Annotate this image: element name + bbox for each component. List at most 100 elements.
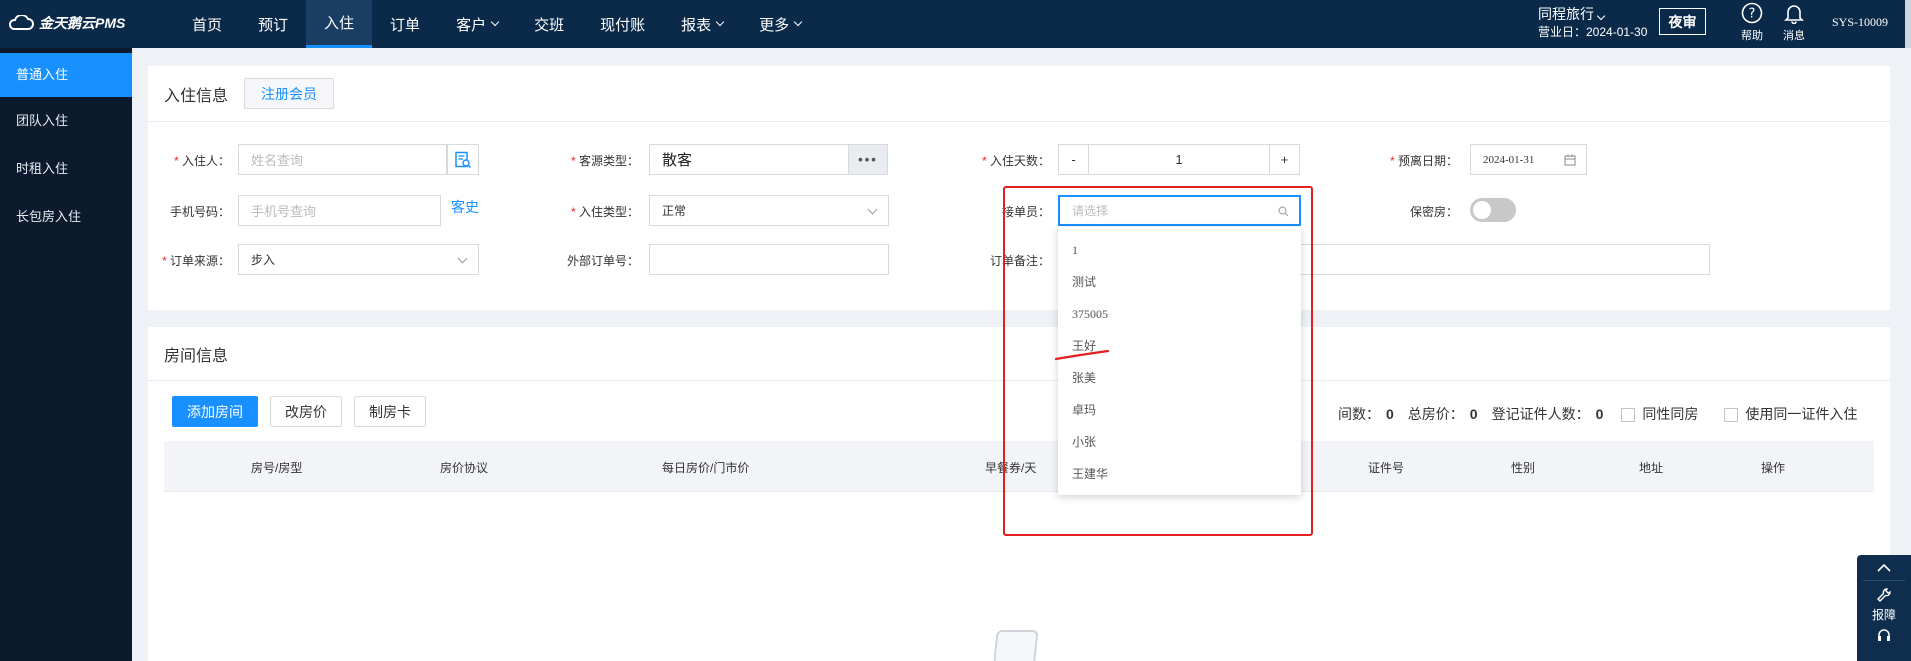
plus-icon: + (1280, 152, 1289, 167)
column-header: 房号/房型 (251, 461, 303, 475)
nights-increment-button[interactable]: + (1269, 144, 1300, 175)
guest-name-input[interactable]: 姓名查询 (238, 144, 447, 175)
nav-home[interactable]: 首页 (174, 0, 240, 48)
calendar-icon (1564, 154, 1576, 166)
dropdown-option[interactable]: 王好 (1058, 330, 1301, 362)
cloud-logo-icon (8, 15, 34, 30)
nav-label: 首页 (192, 16, 223, 34)
sidebar-item-longstay-checkin[interactable]: 长包房入住 (0, 193, 132, 241)
nav-reports[interactable]: 报表 (663, 0, 741, 48)
nav-label: 入住 (324, 15, 355, 32)
confidential-toggle[interactable] (1470, 198, 1516, 222)
external-order-label: 外部订单号： (566, 254, 639, 268)
order-source-select[interactable]: 步入 (238, 244, 479, 275)
total-price: 0 (1469, 406, 1478, 422)
nav-checkin[interactable]: 入住 (306, 0, 373, 48)
add-room-button[interactable]: 添加房间 (172, 396, 258, 427)
checkin-type-select[interactable]: 正常 (649, 195, 889, 226)
phone-input[interactable]: 手机号查询 (238, 195, 441, 226)
card-header: 房间信息 (148, 327, 1890, 381)
id-card-scan-icon (455, 151, 472, 168)
dropdown-option[interactable]: 375005 (1058, 298, 1301, 330)
nights-decrement-button[interactable]: - (1058, 144, 1089, 175)
column-header: 每日房价/门市价 (662, 461, 750, 475)
departure-value: 2024-01-31 (1483, 153, 1535, 166)
change-price-button[interactable]: 改房价 (270, 396, 342, 427)
night-audit-button[interactable]: 夜审 (1659, 8, 1706, 35)
chevron-down-icon (457, 253, 468, 264)
svg-text:?: ? (1749, 7, 1756, 22)
phone-label: 手机号码： (169, 205, 230, 219)
nav-label: 客户 (456, 16, 487, 34)
order-remark-label: 订单备注： (989, 254, 1050, 268)
nav-shift[interactable]: 交班 (516, 0, 582, 48)
sidebar-item-normal-checkin[interactable]: 普通入住 (0, 53, 132, 97)
make-room-card-button[interactable]: 制房卡 (354, 396, 426, 427)
nav-reservation[interactable]: 预订 (240, 0, 306, 48)
user-menu[interactable]: SYS-10009 (1832, 15, 1888, 30)
hotel-selector[interactable]: 同程旅行 (1538, 4, 1606, 24)
id-scan-button[interactable] (447, 144, 479, 175)
total-price-label: 总房价： (1407, 406, 1464, 422)
departure-label: 预离日期： (1368, 152, 1458, 169)
dropdown-option[interactable]: 测试 (1058, 266, 1301, 298)
messages-button[interactable]: 消息 (1777, 2, 1811, 43)
nav-orders[interactable]: 订单 (372, 0, 438, 48)
nav-label: 更多 (759, 16, 790, 34)
same-sex-label: 同性同房 (1642, 406, 1699, 422)
chevron-down-icon (1596, 11, 1606, 21)
nav-label: 交班 (534, 16, 565, 34)
dropdown-option[interactable]: 张美 (1058, 362, 1301, 394)
departure-date-picker[interactable]: 2024-01-31 (1470, 144, 1587, 175)
id-count: 0 (1595, 406, 1604, 422)
source-type-label: 客源类型： (549, 152, 639, 169)
dropdown-option[interactable]: 卓玛 (1058, 394, 1301, 426)
report-issue-button[interactable]: 报障 (1857, 581, 1911, 623)
help-button[interactable]: ? 帮助 (1735, 2, 1769, 43)
confidential-label: 保密房： (1409, 205, 1458, 219)
column-header: 房价协议 (440, 461, 489, 475)
receptionist-select[interactable]: 请选择 (1058, 195, 1301, 226)
guest-history-link[interactable]: 客史 (451, 197, 479, 217)
receptionist-label: 接单员： (1001, 205, 1050, 219)
column-header: 证件号 (1368, 461, 1405, 475)
column-header: 地址 (1639, 461, 1664, 475)
nav-label: 现付账 (600, 16, 646, 34)
sidebar-item-hourly-checkin[interactable]: 时租入住 (0, 145, 132, 193)
nights-label: 入住天数： (960, 152, 1050, 169)
dropdown-option[interactable]: 小张 (1058, 426, 1301, 458)
headset-icon[interactable] (1876, 627, 1892, 643)
sidebar-item-group-checkin[interactable]: 团队入住 (0, 97, 132, 145)
source-type-input[interactable]: 散客 (649, 144, 849, 175)
hotel-name: 同程旅行 (1538, 6, 1594, 22)
nights-input[interactable]: 1 (1088, 144, 1270, 175)
source-type-value: 散客 (662, 152, 693, 169)
id-count-label: 登记证件人数： (1491, 406, 1590, 422)
chevron-up-icon[interactable] (1876, 563, 1892, 573)
scrollbar[interactable] (1905, 0, 1911, 48)
nav-more[interactable]: 更多 (741, 0, 819, 48)
chevron-down-icon (490, 17, 500, 27)
same-sex-checkbox[interactable]: 同性同房 (1621, 404, 1698, 424)
nav-customers[interactable]: 客户 (438, 0, 516, 48)
app-logo[interactable]: 金天鹅云PMS (8, 13, 125, 33)
chevron-down-icon (793, 17, 803, 27)
card-header: 入住信息 注册会员 (148, 66, 1890, 122)
empty-state-illustration (993, 630, 1039, 661)
dropdown-option[interactable]: 1 (1058, 234, 1301, 266)
receptionist-dropdown: 1 测试 375005 王好 张美 卓玛 小张 王建华 (1058, 227, 1301, 495)
same-id-checkbox[interactable]: 使用同一证件入住 (1724, 404, 1857, 424)
minus-icon: - (1071, 152, 1076, 167)
nights-value: 1 (1175, 152, 1183, 167)
rooms-count: 0 (1386, 406, 1394, 422)
register-member-button[interactable]: 注册会员 (244, 78, 335, 109)
checkbox-icon (1621, 408, 1636, 423)
nav-label: 报表 (681, 16, 712, 34)
dropdown-option[interactable]: 王建华 (1058, 458, 1301, 490)
external-order-input[interactable] (649, 244, 889, 275)
column-header: 早餐券/天 (985, 461, 1037, 475)
column-header: 操作 (1761, 461, 1786, 475)
main-nav: 首页 预订 入住 订单 客户 交班 现付账 报表 更多 (174, 0, 819, 48)
nav-cash-account[interactable]: 现付账 (582, 0, 663, 48)
more-options-button[interactable]: ••• (848, 144, 888, 175)
